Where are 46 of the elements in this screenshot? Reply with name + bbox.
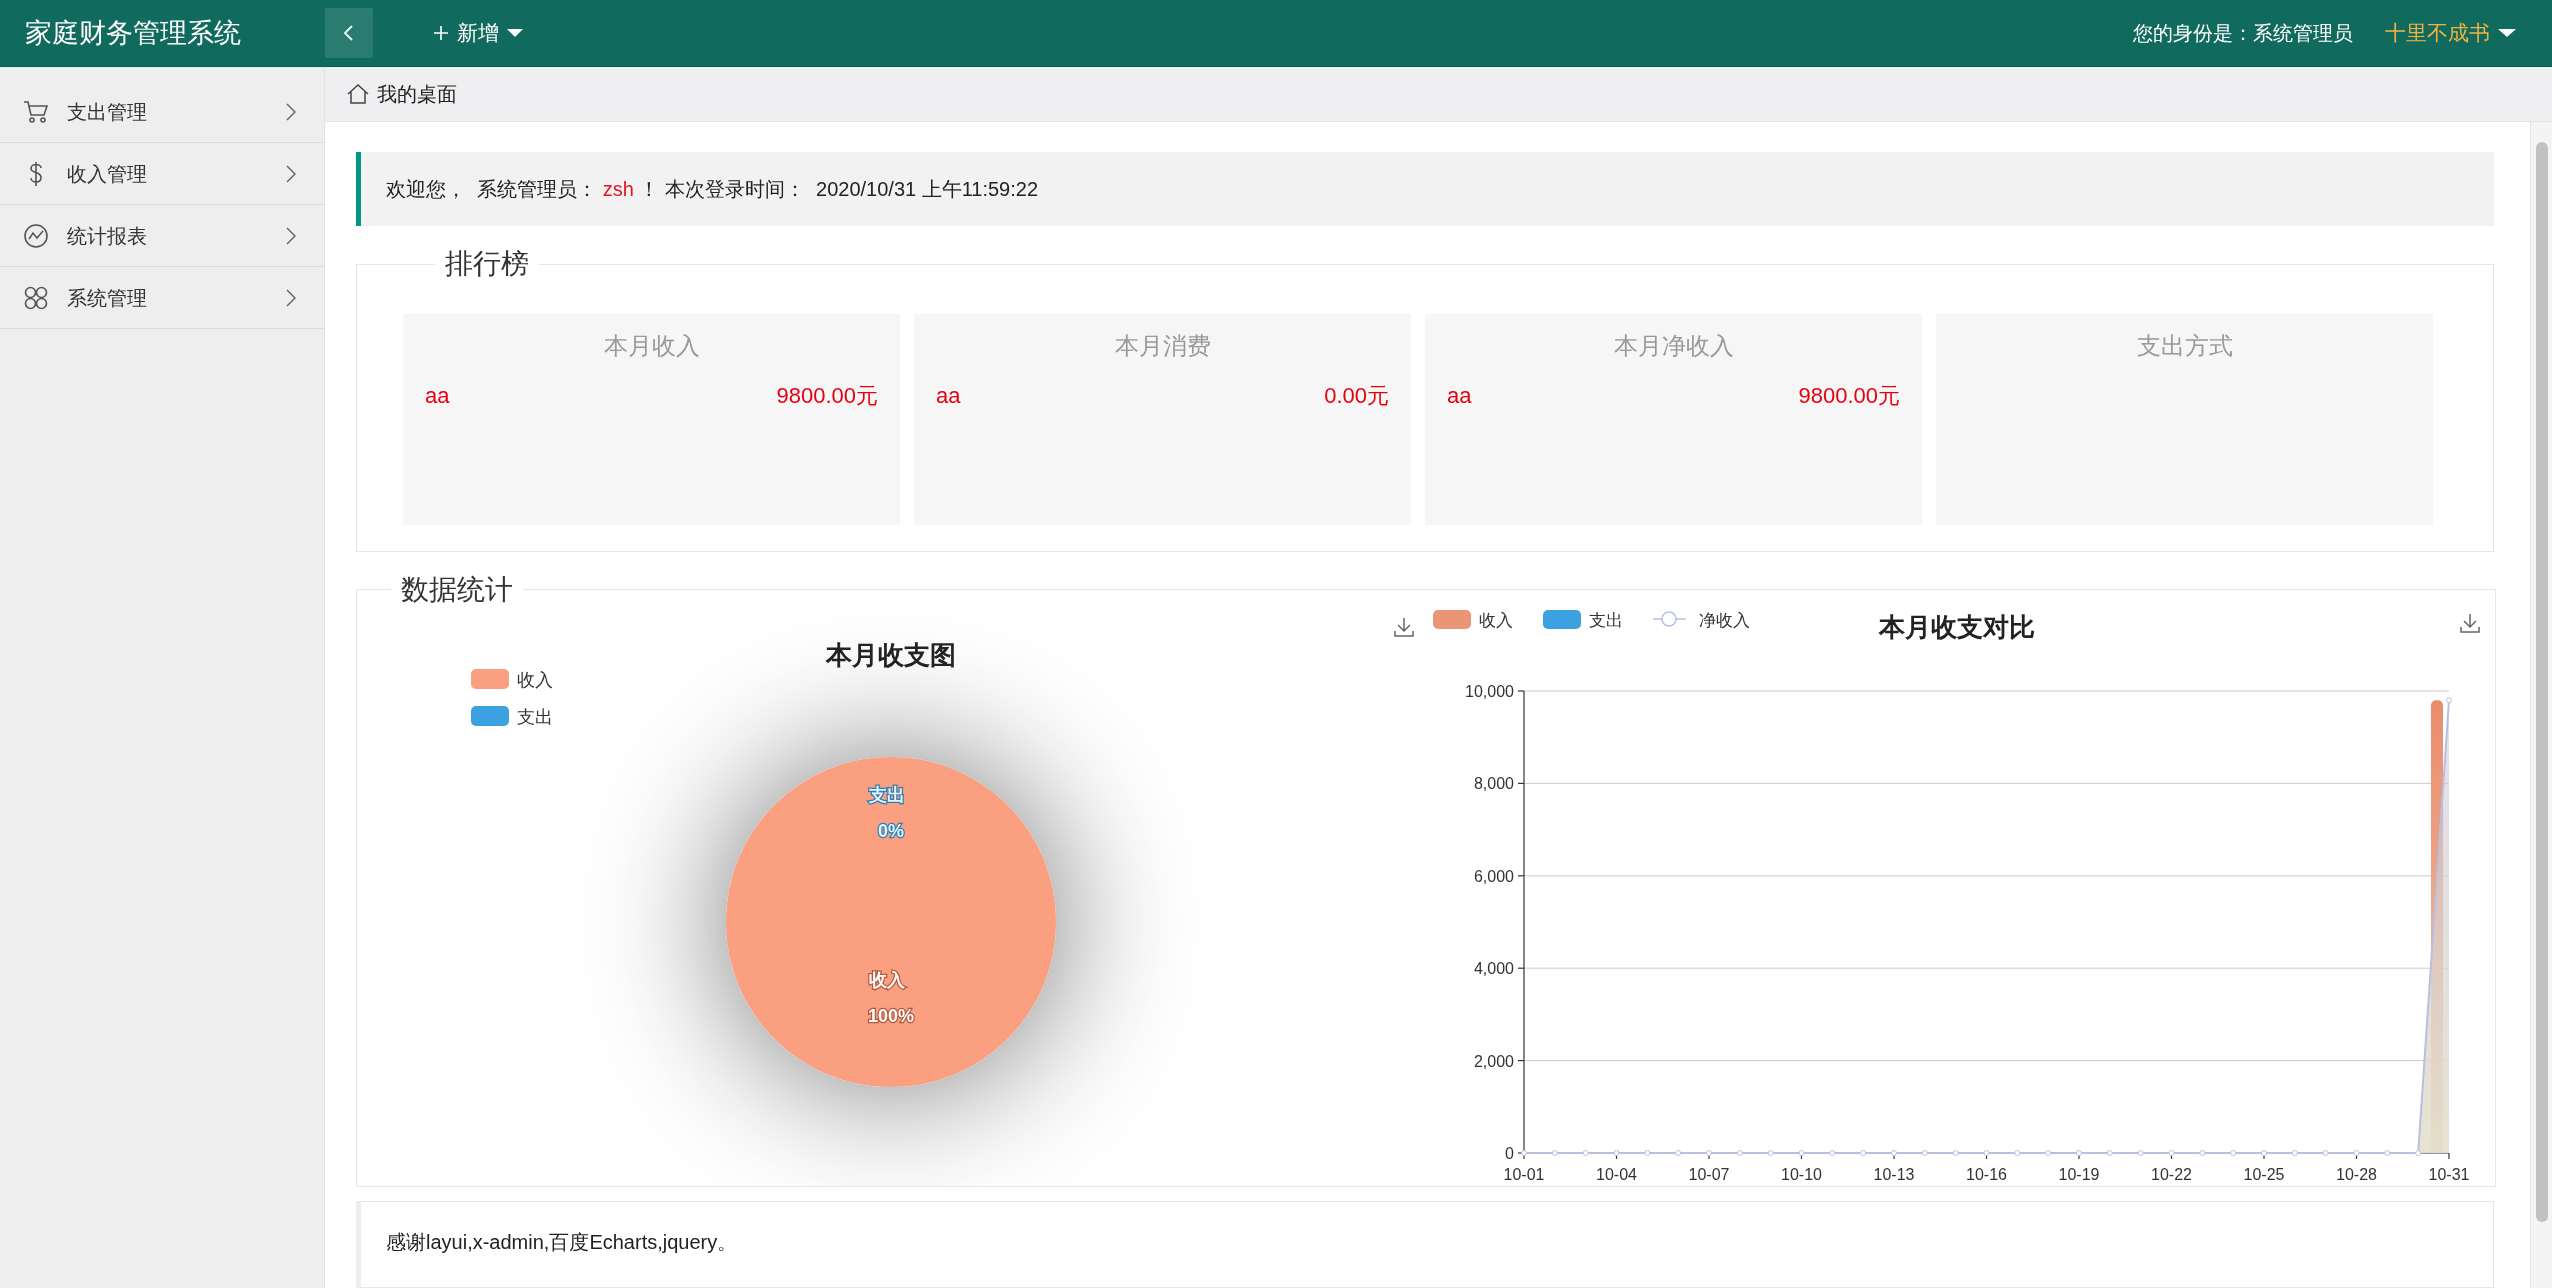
card-title: 本月收入 xyxy=(602,331,701,362)
ranking-name: aa xyxy=(425,382,450,411)
axis-label: 0 xyxy=(1505,1145,1514,1162)
card-title: 本月净收入 xyxy=(1612,331,1735,362)
axis-label: 10-13 xyxy=(1873,1166,1915,1183)
identity-label: 您的身份是：系统管理员 xyxy=(2133,21,2353,46)
sidebar-item-label: 收入管理 xyxy=(67,161,148,187)
axis-label: 4,000 xyxy=(1473,960,1514,978)
axis-label: 10-01 xyxy=(1503,1166,1545,1183)
axis-label: 6,000 xyxy=(1473,867,1514,885)
axis-label: 10-04 xyxy=(1596,1166,1637,1183)
ranking-amount: 0.00元 xyxy=(1324,382,1389,411)
axis-label: 10-28 xyxy=(2336,1166,2377,1183)
axis-label: 10,000 xyxy=(1465,683,1514,700)
ranking-name: aa xyxy=(1447,382,1472,411)
sidebar-item-label: 统计报表 xyxy=(67,223,148,249)
legend-label: 净收入 xyxy=(1699,610,1750,630)
axis-label: 10-19 xyxy=(2058,1166,2100,1183)
legend-label: 收入 xyxy=(1479,610,1513,630)
panel-title: 排行榜 xyxy=(444,248,530,281)
sidebar-item-label: 系统管理 xyxy=(67,285,148,311)
axis-label: 10-07 xyxy=(1688,1166,1730,1183)
app-title: 家庭财务管理系统 xyxy=(24,16,242,50)
axis-label: 10-22 xyxy=(2151,1166,2192,1183)
slice-label: 收入 100% xyxy=(868,970,914,1026)
card-title: 支出方式 xyxy=(2135,331,2234,362)
axis-label: 8,000 xyxy=(1473,775,1514,793)
ranking-name: aa xyxy=(936,382,961,411)
chart-title: 本月收支对比 xyxy=(1879,612,2035,642)
panel-title: 数据统计 xyxy=(400,574,514,606)
credits-text: 感谢layui,x-admin,百度Echarts,jquery。 xyxy=(386,1230,739,1255)
ranking-amount: 9800.00元 xyxy=(1798,382,1900,411)
slice-label: 支出 0% xyxy=(869,784,905,841)
ranking-amount: 9800.00元 xyxy=(776,382,878,411)
legend-label: 支出 xyxy=(517,706,553,727)
chart-title: 本月收支图 xyxy=(826,640,956,670)
axis-label: 10-16 xyxy=(1966,1166,2007,1183)
axis-label: 10-31 xyxy=(2428,1166,2470,1183)
legend-label: 支出 xyxy=(1589,610,1623,630)
legend-label: 收入 xyxy=(517,669,553,690)
axis-label: 2,000 xyxy=(1473,1052,1514,1070)
welcome-message: 欢迎您， 系统管理员： zsh ！ 本次登录时间： 2020/10/31 上午11:59:22 xyxy=(386,177,1039,203)
card-title: 本月消费 xyxy=(1113,331,1212,362)
axis-label: 10-10 xyxy=(1781,1166,1822,1183)
sidebar-item-label: 支出管理 xyxy=(67,99,148,125)
axis-label: 10-25 xyxy=(2243,1166,2285,1183)
